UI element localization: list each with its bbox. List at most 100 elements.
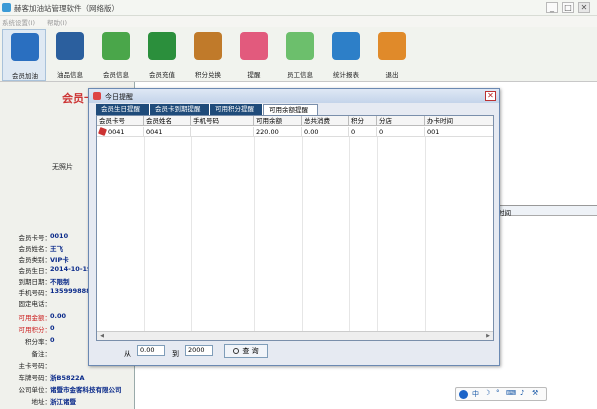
column-header[interactable]: 会员姓名: [144, 116, 191, 126]
max-balance-input[interactable]: 2000: [185, 345, 213, 356]
grid-line: [254, 137, 255, 340]
table-cell[interactable]: 0041: [97, 127, 144, 137]
tab-balance[interactable]: 可用余额提醒: [263, 104, 318, 115]
toolbar-label: 会员加油: [12, 72, 38, 80]
close-button[interactable]: ✕: [578, 2, 590, 13]
info-key: 可用金额：: [18, 314, 52, 322]
menu-help[interactable]: 帮助(I): [47, 17, 67, 27]
info-value: 王飞: [50, 245, 63, 253]
settings-icon[interactable]: ⚒: [532, 389, 538, 397]
staff-icon: [286, 32, 314, 60]
toolbar-member-info-button[interactable]: 会员信息: [94, 29, 138, 81]
info-key: 到期日期：: [18, 278, 52, 286]
table-cell[interactable]: 0: [377, 127, 425, 137]
horizontal-scrollbar[interactable]: ◀ ▶: [97, 331, 493, 340]
report-icon: [332, 32, 360, 60]
ime-chinese-mode[interactable]: 中: [472, 389, 479, 399]
magnifier-icon: [233, 348, 240, 354]
column-header[interactable]: 总共消费: [302, 116, 349, 126]
menu-bar: 系统设置(I) 帮助(I): [0, 16, 597, 27]
scroll-left-icon[interactable]: ◀: [98, 333, 106, 340]
info-key: 会员生日：: [18, 267, 52, 275]
info-value: 0: [50, 324, 55, 332]
toolbar-label: 员工信息: [287, 71, 313, 79]
punctuation-icon[interactable]: °: [496, 389, 500, 397]
toolbar-label: 提醒: [247, 71, 261, 79]
toolbar-recharge-button[interactable]: 会员充值: [140, 29, 184, 81]
column-header[interactable]: 手机号码: [191, 116, 254, 126]
table-cell[interactable]: 220.00: [254, 127, 302, 137]
column-header[interactable]: 积分: [349, 116, 377, 126]
toolbar-staff-button[interactable]: 员工信息: [278, 29, 322, 81]
toolbar-points-exchange-button[interactable]: 积分兑换: [186, 29, 230, 81]
info-row: 地址： 浙江诸暨: [0, 396, 135, 407]
info-value: VIP卡: [50, 256, 69, 264]
points-exchange-icon: [194, 32, 222, 60]
grid-line: [191, 137, 192, 340]
from-label: 从: [124, 350, 131, 358]
table-cell[interactable]: 001: [425, 127, 493, 137]
dialog-icon: [93, 92, 101, 100]
moon-icon[interactable]: ☽: [484, 389, 490, 397]
info-key: 地址：: [31, 398, 52, 406]
reminder-table: 会员卡号 会员姓名 手机号码 可用余额 总共消费 积分 分店 办卡时间 0041…: [96, 115, 494, 341]
info-key: 主卡号码：: [18, 362, 52, 370]
info-key: 备注：: [31, 350, 52, 358]
member-fuel-icon: [11, 33, 39, 61]
info-value: 诸暨市金客科技有限公司: [50, 386, 122, 394]
photo-placeholder: 无照片: [52, 163, 73, 171]
member-info-icon: [102, 32, 130, 60]
info-row: 公司单位： 诸暨市金客科技有限公司: [0, 384, 135, 395]
table-cell[interactable]: 0.00: [302, 127, 349, 137]
min-balance-input[interactable]: 0.00: [137, 345, 165, 356]
toolbar-exit-button[interactable]: 退出: [370, 29, 414, 81]
table-cell[interactable]: 0: [349, 127, 377, 137]
dialog-close-button[interactable]: ✕: [485, 91, 496, 101]
window-title: 赫客加油站管理软件（网络版）: [14, 4, 119, 13]
info-key: 公司单位：: [18, 386, 52, 394]
dialog-title: 今日提醒: [105, 93, 133, 101]
info-key: 会员姓名：: [18, 245, 52, 253]
info-key: 车牌号码：: [18, 374, 52, 382]
tab-birthday[interactable]: 会员生日提醒: [96, 104, 150, 115]
menu-system-settings[interactable]: 系统设置(I): [2, 17, 35, 27]
toolbar-reminder-button[interactable]: 提醒: [232, 29, 276, 81]
grid-line: [144, 137, 145, 340]
dialog-title-bar: 今日提醒 ✕: [89, 89, 499, 103]
grid-line: [349, 137, 350, 340]
ime-logo-icon: [459, 390, 468, 399]
column-header[interactable]: 办卡时间: [425, 116, 493, 126]
info-value: 不限制: [50, 278, 70, 286]
info-row: 车牌号码： 浙B5822A: [0, 372, 135, 383]
grid-line: [377, 137, 378, 340]
tab-points[interactable]: 可用积分提醒: [210, 104, 263, 115]
info-value: 0: [50, 336, 55, 344]
keyboard-icon[interactable]: ⌨: [506, 389, 516, 397]
column-header[interactable]: 分店: [377, 116, 425, 126]
info-value: 2014-10-19: [50, 265, 92, 273]
info-key: 积分率：: [25, 338, 51, 346]
toolbar-label: 会员充值: [149, 71, 175, 79]
toolbar-label: 统计报表: [333, 71, 359, 79]
toolbar-oil-info-button[interactable]: 油品信息: [48, 29, 92, 81]
to-label: 到: [172, 350, 179, 358]
column-header[interactable]: 可用余额: [254, 116, 302, 126]
tab-card-expiry[interactable]: 会员卡到期提醒: [150, 104, 210, 115]
scroll-right-icon[interactable]: ▶: [484, 333, 492, 340]
toolbar-report-button[interactable]: 统计报表: [324, 29, 368, 81]
grid-line: [302, 137, 303, 340]
toolbar-member-fuel-button[interactable]: 会员加油: [2, 29, 46, 81]
oil-info-icon: [56, 32, 84, 60]
app-icon: [2, 3, 11, 12]
table-cell[interactable]: 0041: [144, 127, 191, 137]
toolbar-label: 会员信息: [103, 71, 129, 79]
minimize-button[interactable]: _: [546, 2, 558, 13]
query-button[interactable]: 查 询: [224, 344, 268, 358]
exit-icon: [378, 32, 406, 60]
column-header[interactable]: 会员卡号: [97, 116, 144, 126]
voice-icon[interactable]: ♪: [520, 389, 524, 397]
ime-toolbar[interactable]: 中 ☽ ° ⌨ ♪ ⚒: [455, 387, 547, 401]
maximize-button[interactable]: □: [562, 2, 574, 13]
toolbar: 会员加油 油品信息 会员信息 会员充值 积分兑换 提醒 员工信息 统计报表 退出: [0, 27, 597, 82]
table-cell[interactable]: [191, 127, 254, 137]
